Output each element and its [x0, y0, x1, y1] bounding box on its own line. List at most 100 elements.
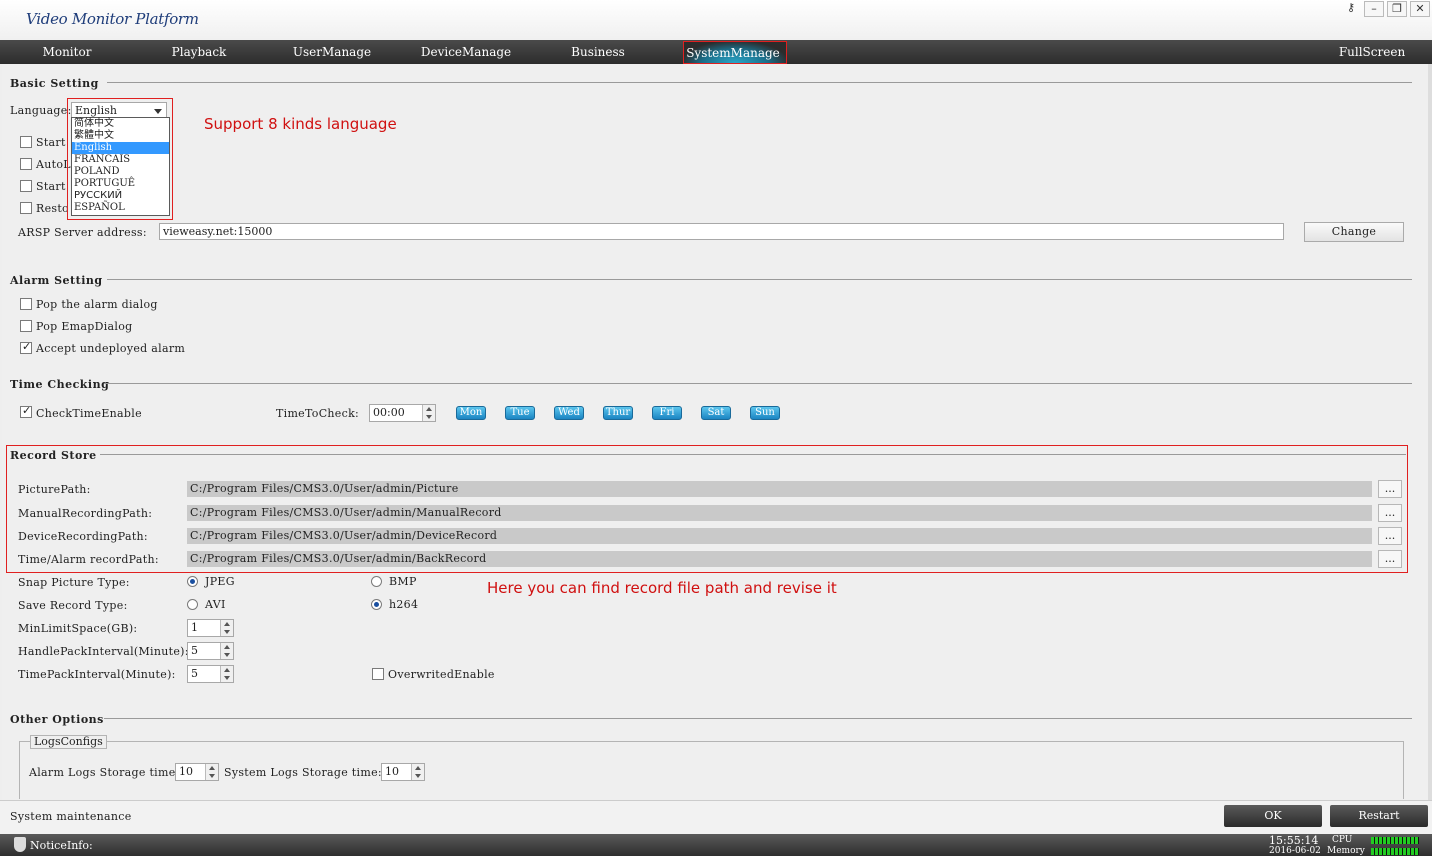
- arsp-label: ARSP Server address:: [18, 226, 147, 239]
- system-logs-value: 10: [385, 765, 399, 778]
- spinner-arrows-icon[interactable]: [220, 620, 233, 636]
- pop-emap-dialog-checkbox[interactable]: [20, 320, 32, 332]
- status-bar: NoticeInfo: 15:55:14 2016-06-02 CPU Memo…: [0, 834, 1432, 856]
- title-bar: Video Monitor Platform ⚷ – ❐ ✕: [0, 0, 1432, 40]
- min-limit-space-label: MinLimitSpace(GB):: [18, 622, 138, 635]
- notice-info-label: NoticeInfo:: [30, 839, 93, 852]
- key-icon[interactable]: ⚷: [1341, 1, 1361, 17]
- restore-button[interactable]: ❐: [1387, 1, 1407, 17]
- check-time-enable-checkbox[interactable]: [20, 404, 32, 418]
- alarm-logs-value: 10: [179, 765, 193, 778]
- time-to-check-label: TimeToCheck:: [276, 407, 360, 420]
- system-logs-label: System Logs Storage time:: [224, 766, 382, 779]
- pop-alarm-dialog-checkbox[interactable]: [20, 298, 32, 310]
- startup-checkbox-1[interactable]: [20, 136, 32, 148]
- alarm-logs-input[interactable]: 10: [175, 763, 219, 781]
- app-title: Video Monitor Platform: [26, 10, 199, 28]
- snap-picture-type-label: Snap Picture Type:: [18, 576, 130, 589]
- day-sat-button[interactable]: Sat: [701, 406, 731, 420]
- handle-pack-interval-input[interactable]: 5: [187, 642, 234, 660]
- autologin-checkbox[interactable]: [20, 158, 32, 170]
- time-pack-interval-label: TimePackInterval(Minute):: [18, 668, 176, 681]
- system-logs-input[interactable]: 10: [381, 763, 425, 781]
- language-annotation: Support 8 kinds language: [204, 115, 397, 133]
- scrollbar[interactable]: [1428, 64, 1432, 800]
- check-time-enable-label: CheckTimeEnable: [36, 407, 142, 420]
- arsp-input[interactable]: vieweasy.net:15000: [159, 223, 1284, 240]
- status-date: 2016-06-02: [1269, 846, 1321, 856]
- pop-alarm-dialog-label: Pop the alarm dialog: [36, 298, 158, 311]
- handle-pack-interval-value: 5: [191, 644, 198, 657]
- min-limit-space-value: 1: [191, 621, 198, 634]
- restore-label: Resto: [36, 202, 69, 215]
- save-avi-radio[interactable]: [187, 599, 198, 610]
- memory-meter: [1371, 848, 1419, 855]
- snap-bmp-label: BMP: [389, 575, 417, 588]
- alarm-logs-label: Alarm Logs Storage time: [29, 766, 176, 779]
- time-pack-interval-input[interactable]: 5: [187, 665, 234, 683]
- spinner-arrows-icon[interactable]: [205, 764, 218, 780]
- system-maintenance-label: System maintenance: [10, 810, 132, 823]
- basic-setting-title: Basic Setting: [10, 77, 99, 90]
- shield-icon: [14, 837, 26, 852]
- day-thur-button[interactable]: Thur: [603, 406, 633, 420]
- menu-business[interactable]: Business: [555, 45, 641, 59]
- overwrite-enable-checkbox[interactable]: [372, 668, 384, 680]
- restore-checkbox[interactable]: [20, 202, 32, 214]
- save-h264-radio[interactable]: [371, 599, 382, 610]
- menu-devicemanage[interactable]: DeviceManage: [416, 45, 516, 59]
- day-tue-button[interactable]: Tue: [505, 406, 535, 420]
- menu-systemmanage[interactable]: SystemManage: [683, 46, 783, 60]
- other-options-title: Other Options: [10, 713, 104, 726]
- divider: [104, 383, 1412, 384]
- startup-label-2: Start: [36, 180, 66, 193]
- footer-bar: [0, 800, 1432, 834]
- cpu-meter: [1371, 837, 1419, 844]
- memory-label: Memory: [1327, 846, 1365, 856]
- menu-monitor[interactable]: Monitor: [24, 45, 110, 59]
- snap-bmp-radio[interactable]: [371, 576, 382, 587]
- close-button[interactable]: ✕: [1410, 1, 1430, 17]
- ok-button[interactable]: OK: [1224, 805, 1322, 827]
- accept-undeployed-label: Accept undeployed alarm: [36, 342, 186, 355]
- time-checking-title: Time Checking: [10, 378, 110, 391]
- spinner-arrows-icon[interactable]: [422, 405, 435, 421]
- divider: [104, 718, 1412, 719]
- cpu-label: CPU: [1332, 835, 1353, 845]
- day-fri-button[interactable]: Fri: [652, 406, 682, 420]
- spinner-arrows-icon[interactable]: [220, 666, 233, 682]
- menu-usermanage[interactable]: UserManage: [289, 45, 375, 59]
- time-pack-interval-value: 5: [191, 667, 198, 680]
- menu-playback[interactable]: Playback: [156, 45, 242, 59]
- day-sun-button[interactable]: Sun: [750, 406, 780, 420]
- divider: [107, 279, 1412, 280]
- startup-checkbox-2[interactable]: [20, 180, 32, 192]
- restart-button[interactable]: Restart: [1330, 805, 1428, 827]
- day-wed-button[interactable]: Wed: [554, 406, 584, 420]
- save-h264-label: h264: [389, 598, 419, 611]
- day-mon-button[interactable]: Mon: [456, 406, 486, 420]
- time-to-check-input[interactable]: 00:00: [369, 404, 436, 422]
- min-limit-space-input[interactable]: 1: [187, 619, 234, 637]
- menu-fullscreen[interactable]: FullScreen: [1320, 45, 1424, 59]
- startup-label-1: Start: [36, 136, 66, 149]
- spinner-arrows-icon[interactable]: [220, 643, 233, 659]
- logs-configs-title: LogsConfigs: [30, 735, 107, 749]
- save-record-type-label: Save Record Type:: [18, 599, 128, 612]
- time-to-check-value: 00:00: [373, 406, 405, 419]
- language-label: Language:: [10, 104, 72, 117]
- language-highlight-box: [67, 98, 173, 220]
- record-annotation: Here you can find record file path and r…: [487, 579, 837, 597]
- pop-emap-dialog-label: Pop EmapDialog: [36, 320, 133, 333]
- accept-undeployed-checkbox[interactable]: [20, 340, 32, 354]
- snap-jpeg-label: JPEG: [205, 575, 235, 588]
- handle-pack-interval-label: HandlePackInterval(Minute):: [18, 645, 189, 658]
- record-store-highlight-box: [6, 445, 1408, 573]
- spinner-arrows-icon[interactable]: [411, 764, 424, 780]
- snap-jpeg-radio[interactable]: [187, 576, 198, 587]
- change-button[interactable]: Change: [1304, 222, 1404, 242]
- settings-content: [2, 64, 1428, 800]
- minimize-button[interactable]: –: [1364, 1, 1384, 17]
- divider: [107, 82, 1412, 83]
- save-avi-label: AVI: [205, 598, 226, 611]
